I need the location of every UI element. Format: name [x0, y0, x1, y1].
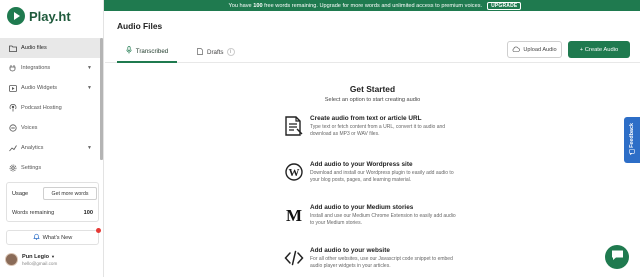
option-description: Download and install our Wordpress plugi…	[310, 170, 454, 183]
svg-text:W: W	[289, 167, 300, 179]
option-description: Install and use our Medium Chrome Extens…	[310, 213, 456, 226]
words-remaining-value: 100	[83, 210, 93, 216]
sidebar: Play.ht Audio files Integrations ▼ Audio…	[0, 0, 104, 277]
sidebar-item-label: Voices	[21, 125, 38, 131]
sidebar-item-integrations[interactable]: Integrations ▼	[0, 58, 100, 78]
play-logo-icon	[7, 7, 25, 25]
option-title: Create audio from text or article URL	[310, 115, 422, 122]
feedback-tab[interactable]: Feedback	[624, 117, 640, 163]
podcast-icon	[9, 104, 17, 112]
brand-logo[interactable]: Play.ht	[7, 7, 71, 25]
sidebar-item-label: Audio Widgets	[21, 85, 58, 91]
upload-icon	[512, 46, 521, 54]
feedback-icon	[629, 149, 635, 157]
get-more-words-button[interactable]: Get more words	[43, 187, 97, 200]
option-description: For all other websites, use our Javascri…	[310, 256, 453, 269]
sidebar-item-label: Podcast Hosting	[21, 105, 62, 111]
microphone-icon	[126, 46, 132, 56]
sidebar-item-label: Integrations	[21, 65, 51, 71]
chat-button[interactable]	[605, 245, 629, 269]
sidebar-item-label: Settings	[21, 165, 42, 171]
sidebar-scrollbar[interactable]	[100, 38, 103, 160]
user-menu[interactable]: Pun Legio ▼ hello@gmail.com	[5, 253, 57, 266]
sidebar-item-analytics[interactable]: Analytics ▼	[0, 138, 100, 158]
caret-down-icon: ▼	[51, 253, 56, 259]
main-content: Audio Files Transcribed Drafts i Upload …	[105, 11, 640, 277]
get-started-subtitle: Select an option to start creating audio	[324, 97, 421, 103]
words-remaining-label: Words remaining	[12, 210, 55, 216]
option-title: Add audio to your Medium stories	[310, 204, 414, 211]
voices-icon	[9, 124, 17, 132]
sidebar-item-settings[interactable]: Settings	[0, 158, 100, 178]
bell-icon	[32, 233, 40, 242]
user-name: Pun Legio ▼	[22, 253, 56, 260]
upload-audio-button[interactable]: Upload Audio	[507, 41, 562, 58]
page-title: Audio Files	[117, 21, 163, 31]
chevron-down-icon: ▼	[87, 65, 92, 71]
svg-text:M: M	[286, 207, 302, 223]
medium-icon: M	[283, 204, 305, 226]
usage-label: Usage	[12, 191, 29, 197]
tab-label: Drafts	[207, 48, 224, 56]
tab-label: Transcribed	[135, 47, 169, 55]
wordpress-icon: W	[283, 161, 305, 183]
draft-icon	[197, 47, 203, 57]
banner-text: You have 100 free words remaining. Upgra…	[228, 2, 483, 9]
upgrade-button[interactable]: UPGRADE	[487, 1, 522, 10]
option-description: Type text or fetch content from a URL, c…	[310, 124, 446, 137]
tab-transcribed[interactable]: Transcribed	[117, 41, 177, 63]
analytics-icon	[9, 144, 17, 152]
gear-icon	[9, 164, 17, 172]
get-started-title: Get Started	[349, 84, 396, 94]
notification-dot	[96, 228, 101, 233]
feedback-label: Feedback	[629, 122, 635, 148]
sidebar-item-audio-widgets[interactable]: Audio Widgets ▼	[0, 78, 100, 98]
info-badge-icon: i	[226, 48, 235, 56]
sidebar-item-audio-files[interactable]: Audio files	[0, 38, 100, 58]
code-icon	[283, 247, 305, 269]
widget-icon	[9, 84, 17, 92]
sidebar-item-label: Analytics	[21, 145, 44, 151]
chevron-down-icon: ▼	[87, 145, 92, 151]
usage-panel: Usage Get more words Words remaining 100	[6, 182, 99, 222]
option-title: Add audio to your Wordpress site	[310, 161, 413, 168]
sidebar-item-podcast-hosting[interactable]: Podcast Hosting	[0, 98, 100, 118]
document-icon	[283, 115, 305, 137]
sidebar-nav: Audio files Integrations ▼ Audio Widgets…	[0, 38, 100, 178]
folder-icon	[9, 44, 17, 52]
user-info: Pun Legio ▼ hello@gmail.com	[22, 254, 57, 266]
upload-audio-label: Upload Audio	[523, 46, 557, 53]
whats-new-label: What's New	[42, 234, 73, 241]
option-title: Add audio to your website	[310, 247, 390, 254]
whats-new-button[interactable]: What's New	[6, 230, 99, 245]
sidebar-item-label: Audio files	[21, 45, 47, 51]
sidebar-item-voices[interactable]: Voices	[0, 118, 100, 138]
create-audio-button[interactable]: + Create Audio	[568, 41, 630, 58]
user-email: hello@gmail.com	[22, 260, 58, 266]
chevron-down-icon: ▼	[87, 85, 92, 91]
avatar	[5, 253, 18, 266]
tab-drafts[interactable]: Drafts i	[197, 41, 235, 63]
chat-bubble-icon	[611, 248, 624, 266]
plug-icon	[9, 64, 17, 72]
brand-name: Play.ht	[29, 8, 71, 24]
